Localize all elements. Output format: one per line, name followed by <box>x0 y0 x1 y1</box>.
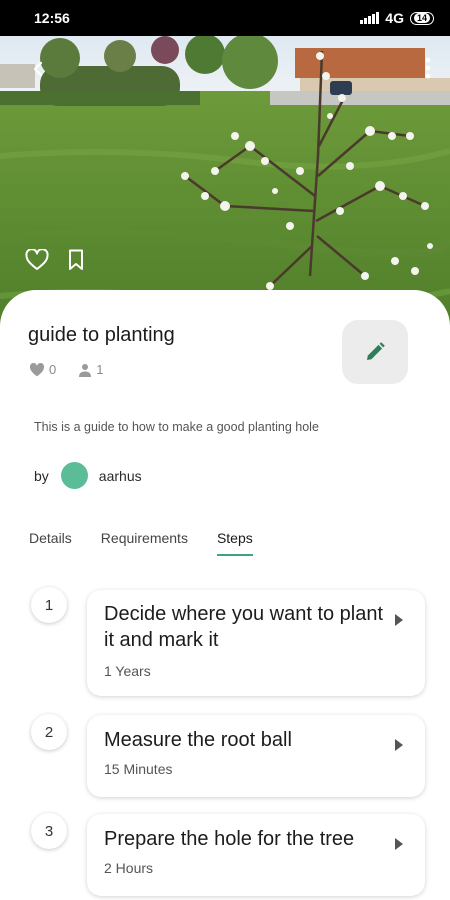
author-name[interactable]: aarhus <box>99 468 142 484</box>
battery-icon: 14 <box>409 11 434 25</box>
step-duration: 1 Years <box>104 663 151 679</box>
signal-icon <box>360 12 380 24</box>
arrow-left-icon <box>33 61 43 77</box>
battery-level: 14 <box>413 13 430 23</box>
bookmark-button[interactable] <box>64 246 88 274</box>
step-duration: 2 Hours <box>104 860 154 876</box>
guide-description: This is a guide to how to make a good pl… <box>34 420 319 434</box>
tab-bar: Details Requirements Steps <box>29 530 282 556</box>
pencil-icon <box>367 342 385 360</box>
step-card-1[interactable]: Decide where you want to plant it and ma… <box>87 590 425 696</box>
followers-count: 1 <box>96 362 104 377</box>
likes-count: 0 <box>49 362 57 377</box>
heart-icon <box>29 362 45 376</box>
like-button[interactable] <box>23 246 51 274</box>
guide-title: guide to planting <box>28 324 175 346</box>
step-card-2[interactable]: Measure the root ball 15 Minutes <box>87 715 425 797</box>
edit-guide-button[interactable] <box>342 320 408 384</box>
step-number: 3 <box>31 813 67 849</box>
author-prefix: by <box>34 467 49 484</box>
step-number: 2 <box>31 714 67 750</box>
tab-requirements[interactable]: Requirements <box>101 530 188 556</box>
guide-stats: 0 1 <box>29 362 103 377</box>
step-card-3[interactable]: Prepare the hole for the tree 2 Hours <box>87 814 425 896</box>
bookmark-outline-icon <box>69 249 83 270</box>
tab-steps[interactable]: Steps <box>216 530 253 556</box>
tab-details[interactable]: Details <box>29 530 72 556</box>
status-time: 12:56 <box>34 10 70 26</box>
back-button[interactable] <box>26 56 52 82</box>
more-vert-icon <box>425 57 431 79</box>
heart-outline-icon <box>25 249 49 270</box>
step-title: Measure the root ball <box>104 729 292 751</box>
step-title: Decide where you want to plant it and ma… <box>104 603 384 651</box>
step-number: 1 <box>31 587 67 623</box>
more-options-button[interactable] <box>418 54 438 82</box>
status-indicators: 4G 14 <box>360 10 434 26</box>
chevron-right-icon <box>395 739 403 751</box>
step-title: Prepare the hole for the tree <box>104 828 355 850</box>
step-duration: 15 Minutes <box>104 761 173 777</box>
chevron-right-icon <box>395 614 403 626</box>
author-row: by aarhus <box>34 462 142 489</box>
status-bar: 12:56 4G 14 <box>0 0 450 36</box>
avatar[interactable] <box>60 462 88 489</box>
chevron-right-icon <box>395 838 403 850</box>
person-icon <box>79 363 92 377</box>
network-type: 4G <box>385 10 404 26</box>
